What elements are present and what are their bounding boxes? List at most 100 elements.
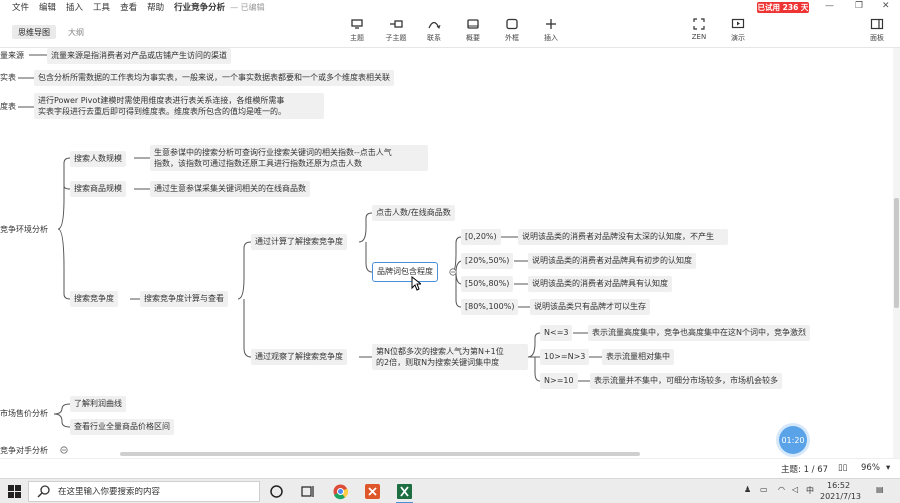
note-search-size[interactable]: 生意参谋中的搜索分析可查询行业搜索关键词的相关指数--点击人气 指数，该指数可通… <box>150 145 428 171</box>
topic-via-calc[interactable]: 通过计算了解搜索竞争度 <box>251 234 347 250</box>
horizontal-scroll-thumb[interactable] <box>120 452 640 456</box>
topic-via-observe[interactable]: 通过观察了解搜索竞争度 <box>251 349 347 365</box>
minimize-icon[interactable]: — <box>825 1 834 11</box>
note-fact-table[interactable]: 包含分析所需数据的工作表均为事实表，一般来说，一个事实数据表都要和一个或多个维度… <box>34 70 394 86</box>
level-n-ge-10-desc[interactable]: 表示流量并不集中，可细分市场较多，市场机会较多 <box>590 373 782 389</box>
topic-price-range[interactable]: 查看行业全量商品价格区间 <box>70 419 174 435</box>
insert-button[interactable]: 插入 <box>536 18 566 43</box>
relationship-label: 联系 <box>427 34 441 42</box>
restore-icon[interactable]: ❐ <box>855 1 863 11</box>
level-n-le-3[interactable]: N<=3 <box>540 325 573 341</box>
range-80-100[interactable]: [80%,100%) <box>461 299 519 315</box>
relationship-button[interactable]: 联系 <box>419 18 449 43</box>
horizontal-scrollbar[interactable] <box>0 450 893 458</box>
menu-tools[interactable]: 工具 <box>88 1 115 13</box>
range-0-20[interactable]: [0,20%) <box>461 229 501 245</box>
range-50-80[interactable]: [50%,80%) <box>461 276 514 292</box>
relationship-icon <box>428 21 441 29</box>
zen-icon <box>693 18 705 30</box>
present-label: 演示 <box>731 34 745 42</box>
tray-network-icon[interactable]: ◠ <box>778 485 785 494</box>
topic-competition-environment[interactable]: 竞争环境分析 <box>0 222 49 238</box>
menu-view[interactable]: 查看 <box>115 1 142 13</box>
tab-outline[interactable]: 大纲 <box>62 25 90 39</box>
range-0-20-desc[interactable]: 说明该品类的消费者对品牌没有太深的认知度，不产生 <box>518 229 728 245</box>
search-icon <box>37 484 50 497</box>
taskbar-search[interactable] <box>28 481 260 502</box>
level-n-mid-desc[interactable]: 表示流量相对集中 <box>602 349 674 365</box>
note-head-fact-table[interactable]: 实表 <box>0 70 17 86</box>
range-20-50-desc[interactable]: 说明该品类的消费者对品牌具有初步的认知度 <box>528 253 696 269</box>
taskbar-search-input[interactable] <box>58 486 258 497</box>
notification-icon[interactable]: ▤ <box>876 485 884 494</box>
tab-mindmap[interactable]: 思维导图 <box>12 25 56 39</box>
saved-status: — 已编辑 <box>230 2 265 12</box>
cortana-icon[interactable] <box>268 483 285 500</box>
topic-profit-curve[interactable]: 了解利润曲线 <box>70 396 126 412</box>
topic-search-goods[interactable]: 搜索商品规模 <box>70 181 126 197</box>
document-title: 行业竞争分析 <box>174 3 226 13</box>
summary-icon <box>467 19 479 29</box>
topic-count: 主题: 1 / 67 <box>781 465 829 475</box>
wps-icon[interactable] <box>364 483 381 500</box>
toolbar: 思维导图 大纲 主题 子主题 联系 概要 外框 插入 ZEN 演示 面板 <box>0 14 900 48</box>
topic-search-size[interactable]: 搜索人数规模 <box>70 151 126 167</box>
tray-person-icon[interactable]: ♟ <box>744 485 751 494</box>
level-n-le-3-desc[interactable]: 表示流量高度集中，竞争也高度集中在这N个词中，竞争激烈 <box>588 325 810 341</box>
range-80-100-desc[interactable]: 说明该品类只有品牌才可以生存 <box>530 299 650 315</box>
level-n-ge-10[interactable]: N>=10 <box>540 373 578 389</box>
note-search-size-line-2: 指数，该指数可通过指数还原工具进行指数还原为点击人数 <box>154 159 362 168</box>
topic-search-competition[interactable]: 搜索竞争度 <box>70 291 118 307</box>
ime-indicator[interactable]: 中 <box>806 485 814 496</box>
range-20-50[interactable]: [20%,50%) <box>461 253 514 269</box>
note-head-dimension-table[interactable]: 度表 <box>0 99 17 115</box>
menu-help[interactable]: 帮助 <box>142 1 169 13</box>
vertical-scrollbar[interactable] <box>893 48 900 458</box>
menu-edit[interactable]: 编辑 <box>34 1 61 13</box>
tray-battery-icon[interactable]: ▭ <box>760 485 768 494</box>
present-button[interactable]: 演示 <box>723 18 753 43</box>
trial-badge[interactable]: 已试用 236 天 <box>757 2 809 13</box>
boundary-label: 外框 <box>505 34 519 42</box>
tray-volume-icon[interactable]: ◁ <box>792 485 798 494</box>
topic-icon <box>351 19 363 29</box>
mindmap-canvas[interactable]: 量来源 流量来源是指消费者对产品或店铺产生访问的渠道 实表 包含分析所需数据的工… <box>0 48 893 458</box>
note-dimension-line-2: 实表字段进行去重后即可得到维度表。维度表所包含的值均是唯一的。 <box>38 107 286 116</box>
clock-time[interactable]: 16:52 <box>827 481 850 490</box>
vertical-scroll-thumb[interactable] <box>894 198 899 308</box>
boundary-button[interactable]: 外框 <box>497 18 527 43</box>
zoom-level[interactable]: 96% <box>861 463 880 473</box>
note-dimension-line-1: 进行Power Pivot建模时需使用维度表进行表关系连接，各维模所需事 <box>38 96 285 105</box>
summary-button[interactable]: 概要 <box>458 18 488 43</box>
note-search-goods[interactable]: 通过生意参谋采集关键词相关的在线商品数 <box>150 181 310 197</box>
level-n-mid[interactable]: 10>=N>3 <box>540 349 590 365</box>
zoom-dropdown-icon[interactable]: ▾ <box>886 463 890 473</box>
zen-button[interactable]: ZEN <box>684 18 714 41</box>
task-view-icon[interactable] <box>300 483 317 500</box>
clock-date[interactable]: 2021/7/13 <box>820 492 861 501</box>
present-icon <box>731 18 745 29</box>
subtopic-label: 子主题 <box>385 34 407 42</box>
panel-button[interactable]: 面板 <box>862 18 892 43</box>
note-observe[interactable]: 第N位都多次的搜索人气为第N+1位 的2倍，则取N为搜索关键词集中度 <box>372 344 528 370</box>
summary-label: 概要 <box>466 34 480 42</box>
topic-market-price[interactable]: 市场售价分析 <box>0 406 49 422</box>
topic-click-ratio[interactable]: 点击人数/在线商品数 <box>372 205 455 221</box>
map-icon[interactable]: ▯▯ <box>838 463 847 473</box>
timer-badge[interactable]: 01:20 <box>779 426 807 454</box>
windows-start-icon[interactable] <box>6 483 23 500</box>
note-dimension-table[interactable]: 进行Power Pivot建模时需使用维度表进行表关系连接，各维模所需事 实表字… <box>34 93 324 119</box>
chrome-icon[interactable] <box>332 483 349 500</box>
close-icon[interactable]: ✕ <box>882 1 890 11</box>
zen-label: ZEN <box>691 33 707 41</box>
excel-icon[interactable] <box>396 483 413 500</box>
topic-brand-inclusion-selected[interactable]: 品牌词包含程度 <box>372 262 438 282</box>
menu-insert[interactable]: 插入 <box>61 1 88 13</box>
note-head-traffic-source[interactable]: 量来源 <box>0 48 25 64</box>
range-50-80-desc[interactable]: 说明该品类的消费者对品牌具有认知度 <box>528 276 672 292</box>
menu-file[interactable]: 文件 <box>0 1 34 13</box>
topic-competition-calc[interactable]: 搜索竞争度计算与查看 <box>140 291 228 307</box>
note-traffic-source[interactable]: 流量来源是指消费者对产品或店铺产生访问的渠道 <box>47 48 231 64</box>
topic-button[interactable]: 主题 <box>342 18 372 43</box>
subtopic-button[interactable]: 子主题 <box>381 18 411 43</box>
